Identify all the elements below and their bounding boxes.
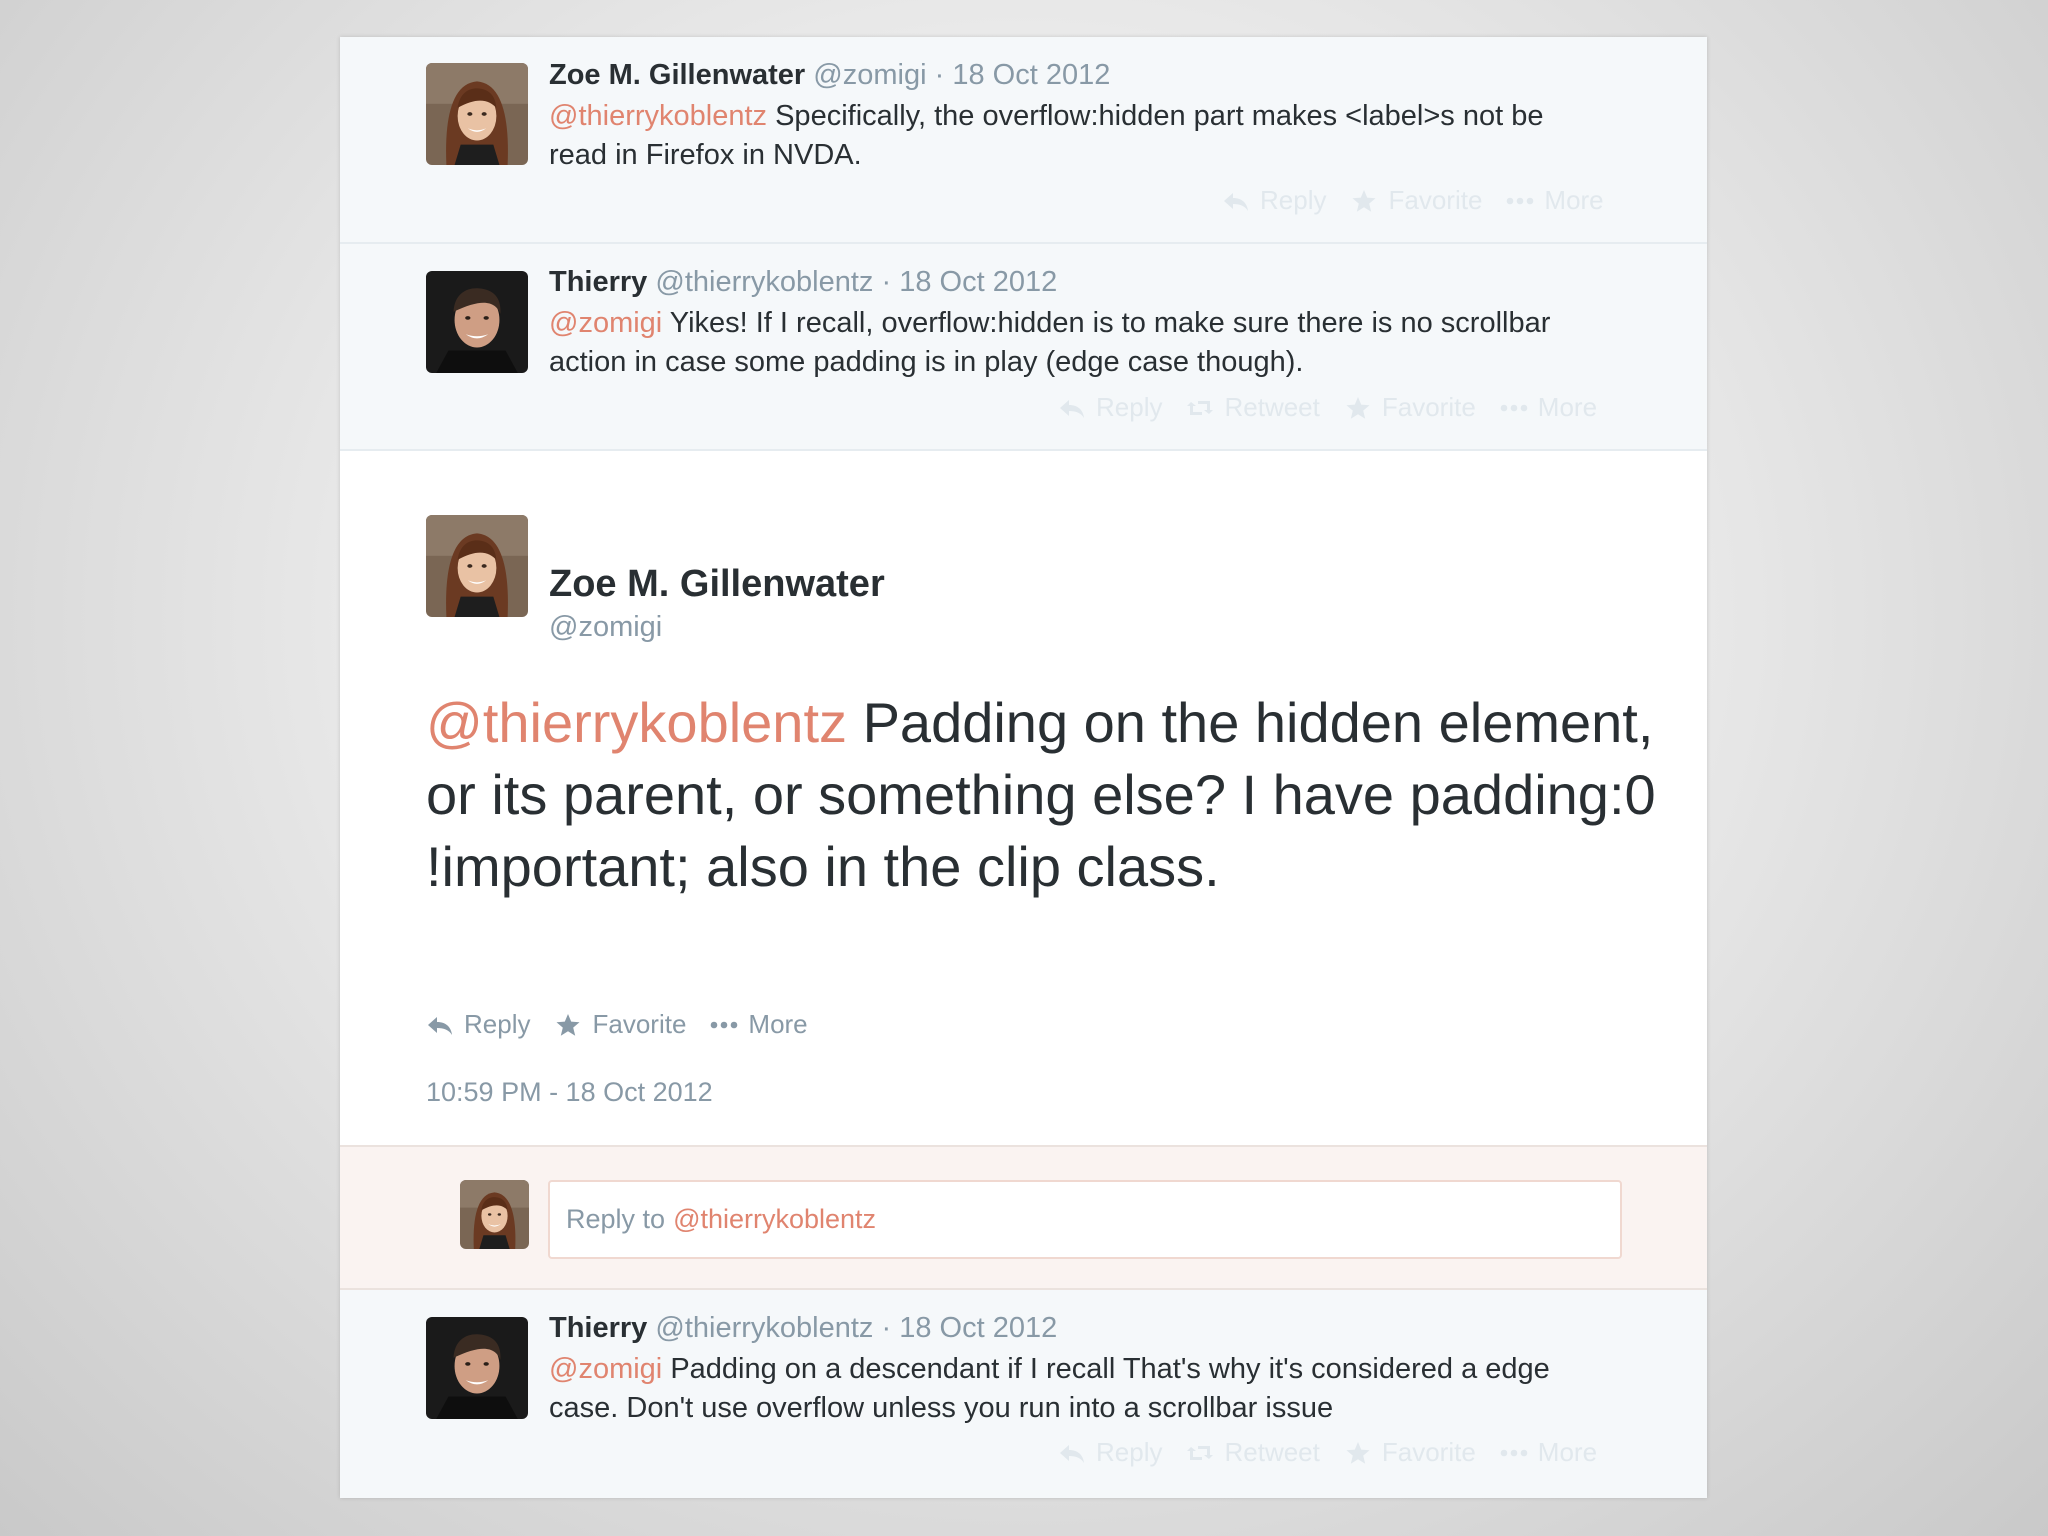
tweet-header: Zoe M. Gillenwater @zomigi · 18 Oct 2012 (549, 59, 1110, 92)
reply-icon (426, 1013, 454, 1037)
avatar-zoe (460, 1180, 529, 1249)
reply-icon (1058, 396, 1086, 420)
favorite-label: Favorite (592, 1009, 687, 1039)
star-icon (1344, 1441, 1372, 1465)
favorite-button[interactable]: Favorite (554, 1009, 686, 1040)
tweet-actions: Reply Retweet Favorite More (1058, 392, 1597, 423)
tweet-date[interactable]: 18 Oct 2012 (899, 1312, 1057, 1344)
favorite-label: Favorite (1388, 185, 1483, 215)
tweet-text: @zomigi Yikes! If I recall, overflow:hid… (549, 304, 1569, 382)
mention-link[interactable]: @thierrykoblentz (426, 691, 847, 754)
tweet-text-body: Padding on a descendant if I recall That… (549, 1353, 1550, 1424)
favorite-button[interactable]: Favorite (1344, 392, 1476, 423)
tweet-header: Thierry @thierrykoblentz · 18 Oct 2012 (549, 266, 1057, 299)
reply-mention: @thierrykoblentz (673, 1204, 877, 1234)
reply-label: Reply (1260, 185, 1327, 215)
mention-link[interactable]: @thierrykoblentz (549, 100, 767, 132)
tweet-date[interactable]: 18 Oct 2012 (899, 266, 1057, 298)
reply-button[interactable]: Reply (1058, 392, 1162, 423)
reply-area: Reply to @thierrykoblentz (340, 1145, 1707, 1290)
tweet-item[interactable]: Thierry @thierrykoblentz · 18 Oct 2012 @… (340, 244, 1707, 451)
reply-button[interactable]: Reply (426, 1009, 530, 1040)
favorite-label: Favorite (1381, 1437, 1476, 1467)
separator-dot: · (881, 266, 892, 298)
star-icon (1344, 396, 1372, 420)
more-label: More (1537, 392, 1598, 422)
avatar-zoe[interactable] (426, 63, 528, 165)
more-dots-icon (710, 1013, 738, 1037)
tweet-fullname[interactable]: Thierry (549, 1312, 647, 1344)
reply-button[interactable]: Reply (1222, 185, 1326, 216)
mention-link[interactable]: @zomigi (549, 1353, 662, 1385)
avatar-thierry[interactable] (426, 271, 528, 373)
more-label: More (1544, 185, 1604, 215)
reply-input[interactable]: Reply to @thierrykoblentz (548, 1180, 1622, 1259)
reply-prefix: Reply to (566, 1204, 666, 1234)
more-dots-icon (1506, 189, 1534, 213)
more-dots-icon (1500, 396, 1528, 420)
reply-label: Reply (1096, 392, 1163, 422)
tweet-actions: Reply Favorite More (1222, 185, 1604, 216)
retweet-label: Retweet (1224, 1437, 1320, 1467)
more-label: More (1537, 1437, 1598, 1467)
star-icon (1350, 189, 1378, 213)
tweet-fullname[interactable]: Zoe M. Gillenwater (549, 59, 805, 91)
favorite-button[interactable]: Favorite (1344, 1437, 1476, 1468)
reply-icon (1058, 1441, 1086, 1465)
retweet-label: Retweet (1224, 392, 1320, 422)
more-button[interactable]: More (710, 1009, 808, 1040)
tweet-actions: Reply Retweet Favorite More (1058, 1437, 1597, 1468)
avatar-zoe[interactable] (426, 515, 528, 617)
focus-fullname[interactable]: Zoe M. Gillenwater (549, 563, 885, 606)
tweet-text-body: Yikes! If I recall, overflow:hidden is t… (549, 307, 1551, 378)
more-label: More (748, 1009, 808, 1039)
tweet-handle[interactable]: @thierrykoblentz (655, 1312, 873, 1344)
separator-dot: · (934, 59, 945, 91)
focus-tweet-text: @thierrykoblentz Padding on the hidden e… (426, 687, 1656, 903)
tweet-text: @thierrykoblentz Specifically, the overf… (549, 97, 1569, 175)
reply-icon (1222, 189, 1250, 213)
focus-timestamp[interactable]: 10:59 PM - 18 Oct 2012 (426, 1077, 713, 1108)
star-icon (554, 1013, 582, 1037)
retweet-button[interactable]: Retweet (1186, 1437, 1320, 1468)
tweet-date[interactable]: 18 Oct 2012 (952, 59, 1110, 91)
tweet-header: Thierry @thierrykoblentz · 18 Oct 2012 (549, 1312, 1057, 1345)
reply-label: Reply (464, 1009, 531, 1039)
focus-tweet-actions: Reply Favorite More (426, 1009, 808, 1040)
retweet-icon (1186, 1441, 1214, 1465)
retweet-icon (1186, 396, 1214, 420)
more-button[interactable]: More (1500, 392, 1597, 423)
tweet-handle[interactable]: @thierrykoblentz (655, 266, 873, 298)
tweet-text: @zomigi Padding on a descendant if I rec… (549, 1350, 1569, 1428)
separator-dot: · (881, 1312, 892, 1344)
tweet-handle[interactable]: @zomigi (813, 59, 926, 91)
avatar-thierry[interactable] (426, 1317, 528, 1419)
favorite-label: Favorite (1381, 392, 1476, 422)
focus-handle[interactable]: @zomigi (549, 611, 662, 644)
more-dots-icon (1500, 1441, 1528, 1465)
more-button[interactable]: More (1500, 1437, 1597, 1468)
tweet-item[interactable]: Thierry @thierrykoblentz · 18 Oct 2012 @… (340, 1290, 1707, 1498)
reply-label: Reply (1096, 1437, 1163, 1467)
tweet-fullname[interactable]: Thierry (549, 266, 647, 298)
reply-button[interactable]: Reply (1058, 1437, 1162, 1468)
conversation-panel: Zoe M. Gillenwater @zomigi · 18 Oct 2012… (340, 37, 1707, 1498)
tweet-item[interactable]: Zoe M. Gillenwater @zomigi · 18 Oct 2012… (340, 37, 1707, 244)
more-button[interactable]: More (1506, 185, 1604, 216)
mention-link[interactable]: @zomigi (549, 307, 662, 339)
favorite-button[interactable]: Favorite (1350, 185, 1482, 216)
retweet-button[interactable]: Retweet (1186, 392, 1320, 423)
